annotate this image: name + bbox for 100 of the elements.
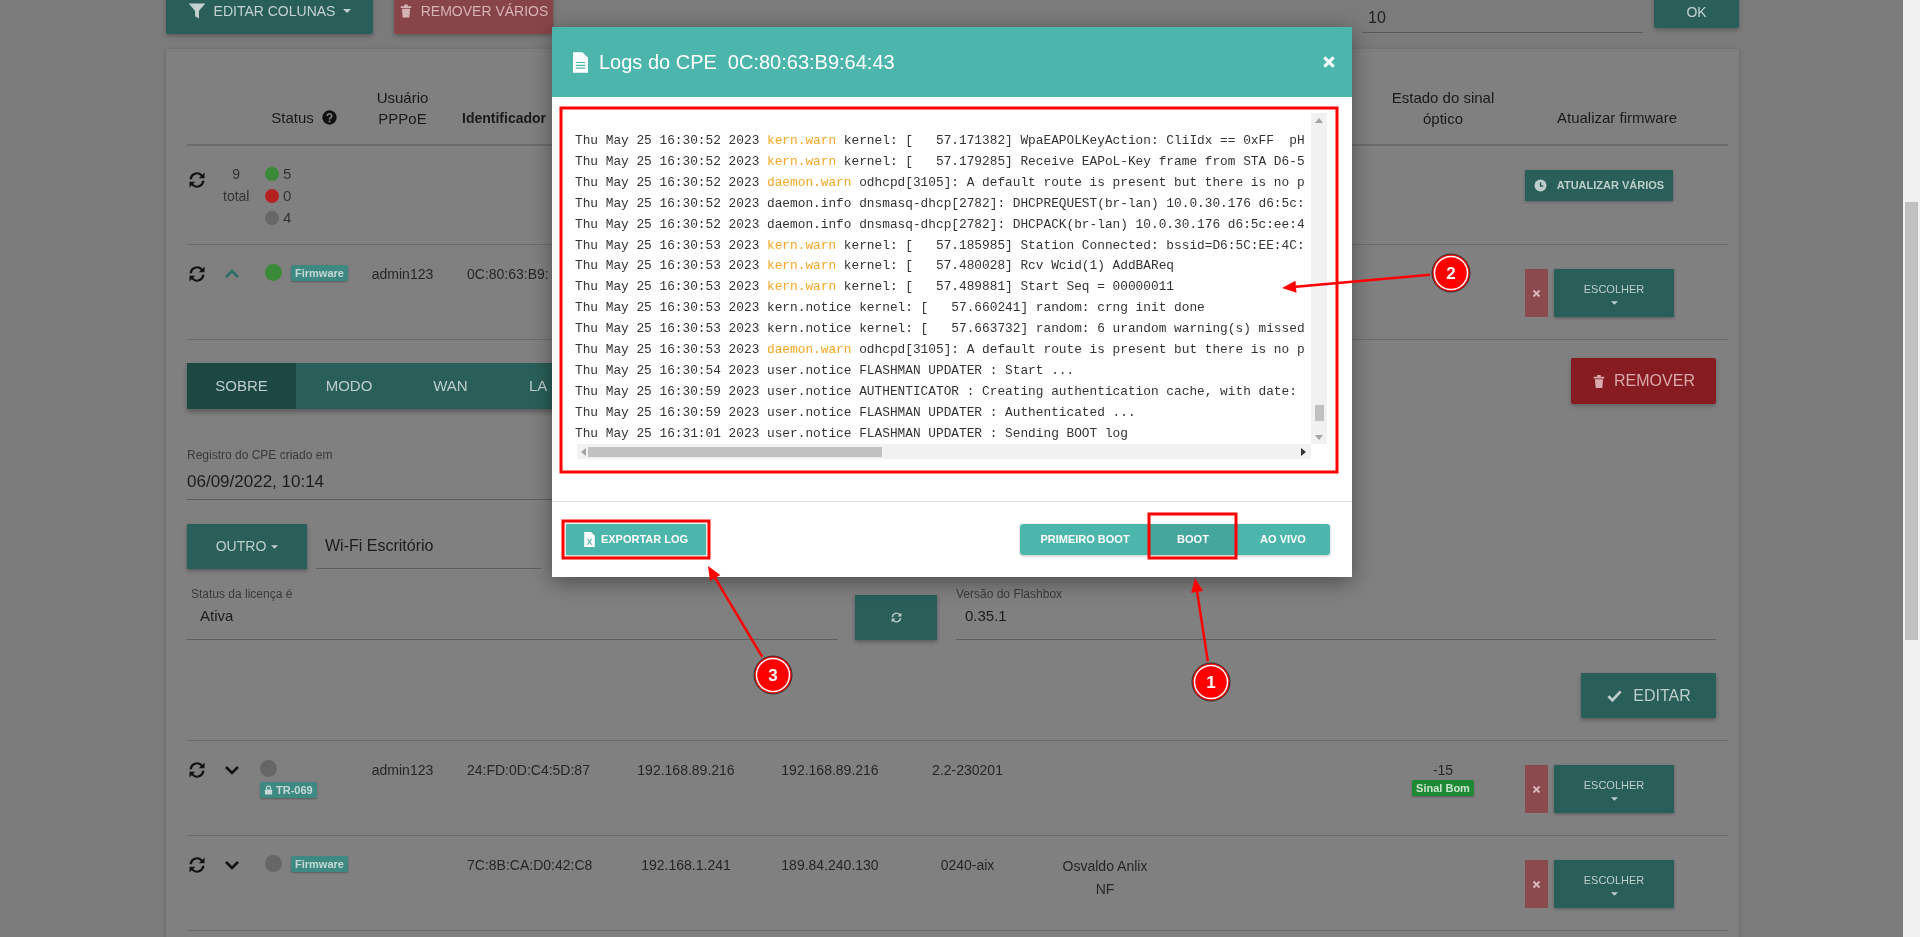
- status-count: 4: [283, 207, 292, 228]
- device-badge: TR-069: [260, 782, 317, 798]
- table-cell: 189.84.240.130: [781, 857, 879, 873]
- choose-button[interactable]: ESCOLHER: [1554, 860, 1674, 908]
- signal-value: -15: [1432, 761, 1454, 780]
- column-header: Atualizar firmware: [1557, 107, 1677, 128]
- total-label: total: [223, 187, 250, 206]
- vertical-scrollbar[interactable]: [1311, 113, 1327, 444]
- close-icon: [1532, 784, 1541, 794]
- caret-icon: [343, 9, 352, 13]
- field-value: 06/09/2022, 10:14: [187, 471, 325, 493]
- refresh-icon: [187, 264, 207, 284]
- close-icon: [1532, 879, 1541, 889]
- filter-icon: [187, 2, 206, 20]
- status-count: 5: [283, 163, 292, 184]
- page-scrollbar[interactable]: [1903, 0, 1920, 937]
- log-line: Thu May 25 16:30:52 2023 daemon.warn odhcpd[3105]: A default route is present but there is no p: [575, 173, 1306, 192]
- spreadsheet-file-icon: [583, 532, 595, 547]
- field-label: Status da licença é: [190, 587, 293, 601]
- caret-icon: [1610, 892, 1618, 897]
- refresh-icon: [889, 611, 903, 624]
- log-line: Thu May 25 16:30:53 2023 kern.notice kernel: [ 57.663732] random: 6 urandom warning(s) missed: [575, 320, 1306, 339]
- tab[interactable]: SOBRE: [187, 363, 296, 409]
- field-label: Versão do Flashbox: [956, 587, 1063, 601]
- mode-dropdown-button[interactable]: OUTRO: [187, 524, 307, 569]
- table-cell: 0240-aix: [940, 857, 995, 873]
- help-icon: [321, 110, 337, 126]
- number-callout: 1: [1191, 662, 1231, 702]
- tab[interactable]: WAN: [402, 363, 499, 409]
- clear-button[interactable]: [1525, 269, 1548, 317]
- caret-icon: [271, 544, 279, 549]
- document-icon: [573, 51, 588, 73]
- scroll-up-icon: [1315, 118, 1323, 123]
- lock-icon: [264, 785, 273, 795]
- table-cell: 192.168.89.216: [637, 762, 735, 778]
- close-icon: [1532, 288, 1541, 298]
- log-mode-button[interactable]: PRIMEIRO BOOT: [1020, 524, 1150, 555]
- table-cell: 0C:80:63:B9:: [467, 266, 549, 282]
- column-header: Status: [271, 107, 314, 128]
- choose-button[interactable]: ESCOLHER: [1554, 765, 1674, 813]
- log-line: Thu May 25 16:30:52 2023 kern.warn kernel: [ 57.171382] WpaEAPOLKeyAction: CliIdx == 0xFF pH: [575, 132, 1306, 150]
- close-icon: [1322, 55, 1336, 69]
- caret-icon: [1610, 301, 1618, 306]
- scrollbar-thumb[interactable]: [588, 446, 882, 457]
- column-header: Identificador: [462, 109, 546, 128]
- log-line: Thu May 25 16:30:52 2023 daemon.info dnsmasq-dhcp[2782]: DHCPACK(br-lan) 10.0.30.176 d6:5c:ee:4: [575, 215, 1306, 234]
- log-line: Thu May 25 16:30:53 2023 kern.warn kernel: [ 57.480028] Rcv Wcid(1) AddBAReq: [575, 257, 1176, 276]
- scrollbar-thumb[interactable]: [1905, 202, 1918, 640]
- log-line: Thu May 25 16:30:53 2023 kern.notice kernel: [ 57.660241] random: crng init done: [575, 299, 1206, 318]
- close-button[interactable]: [1322, 55, 1336, 69]
- scroll-down-icon: [1315, 435, 1323, 440]
- table-cell: 192.168.89.216: [781, 762, 879, 778]
- remove-button[interactable]: REMOVER: [1571, 358, 1716, 404]
- status-count: 0: [283, 185, 292, 206]
- trash-icon: [1592, 372, 1607, 390]
- trash-icon: [398, 3, 413, 19]
- table-cell: 192.168.1.241: [641, 857, 731, 873]
- scroll-left-icon: [581, 447, 586, 456]
- field-label: Registro do CPE criado em: [187, 448, 333, 462]
- clear-button[interactable]: [1525, 860, 1548, 908]
- edit-columns-button[interactable]: EDITAR COLUNAS: [166, 0, 373, 34]
- log-line: Thu May 25 16:30:52 2023 daemon.info dnsmasq-dhcp[2782]: DHCPREQUEST(br-lan) 10.0.30.176 d6:5c:: [575, 194, 1306, 213]
- clock-icon: [1533, 179, 1547, 192]
- refresh-button[interactable]: [855, 595, 937, 640]
- choose-button[interactable]: ESCOLHER: [1554, 269, 1674, 317]
- table-cell: 7C:8B:CA:D0:42:C8: [467, 857, 593, 873]
- scroll-right-icon: [1301, 447, 1306, 456]
- table-cell: 24:FD:0D:C4:5D:87: [467, 762, 590, 778]
- tab[interactable]: MODO: [296, 363, 402, 409]
- signal-badge: Sinal Bom: [1412, 780, 1474, 796]
- column-header: Estado do sinal óptico: [1390, 88, 1496, 129]
- page-size-field[interactable]: 10: [1362, 0, 1643, 33]
- table-cell: 2.2-230201: [932, 762, 1003, 778]
- number-callout: 2: [1431, 253, 1471, 293]
- log-line: Thu May 25 16:31:01 2023 user.notice FLASHMAN UPDATER : Sending BOOT log: [575, 424, 1129, 443]
- log-mode-button[interactable]: BOOT: [1150, 524, 1236, 555]
- number-callout: 3: [753, 655, 793, 695]
- log-mode-button[interactable]: AO VIVO: [1236, 524, 1330, 555]
- log-line: Thu May 25 16:30:53 2023 kern.warn kernel: [ 57.489881] Start Seq = 00000011: [575, 278, 1176, 297]
- field-value: 0.35.1: [964, 606, 1007, 626]
- column-header: Usuário PPPoE: [375, 88, 430, 129]
- device-badge: Firmware: [291, 855, 348, 872]
- log-line: Thu May 25 16:30:52 2023 kern.warn kernel: [ 57.179285] Receive EAPoL-Key frame from STA D6-5: [575, 152, 1306, 171]
- edit-button[interactable]: EDITAR: [1581, 673, 1716, 718]
- wifi-name-field[interactable]: Wi-Fi Escritório: [316, 535, 541, 569]
- clear-button[interactable]: [1525, 765, 1548, 813]
- table-cell-text: Osvaldo Anlix NF: [1061, 857, 1149, 899]
- export-log-button[interactable]: EXPORTAR LOG: [566, 524, 706, 555]
- device-badge: Firmware: [291, 264, 348, 281]
- scrollbar-thumb[interactable]: [1314, 405, 1324, 421]
- refresh-icon: [187, 170, 207, 190]
- horizontal-scrollbar[interactable]: [577, 444, 1311, 459]
- caret-icon: [1610, 797, 1618, 802]
- check-icon: [1606, 688, 1624, 703]
- ok-button[interactable]: OK: [1654, 0, 1739, 28]
- table-cell: admin123: [371, 266, 434, 282]
- log-line: Thu May 25 16:30:53 2023 daemon.warn odhcpd[3105]: A default route is present but there is no p: [575, 341, 1306, 360]
- remove-many-button[interactable]: REMOVER VÁRIOS: [394, 0, 553, 34]
- update-many-button[interactable]: ATUALIZAR VÁRIOS: [1525, 170, 1673, 201]
- field-value: Ativa: [199, 606, 234, 626]
